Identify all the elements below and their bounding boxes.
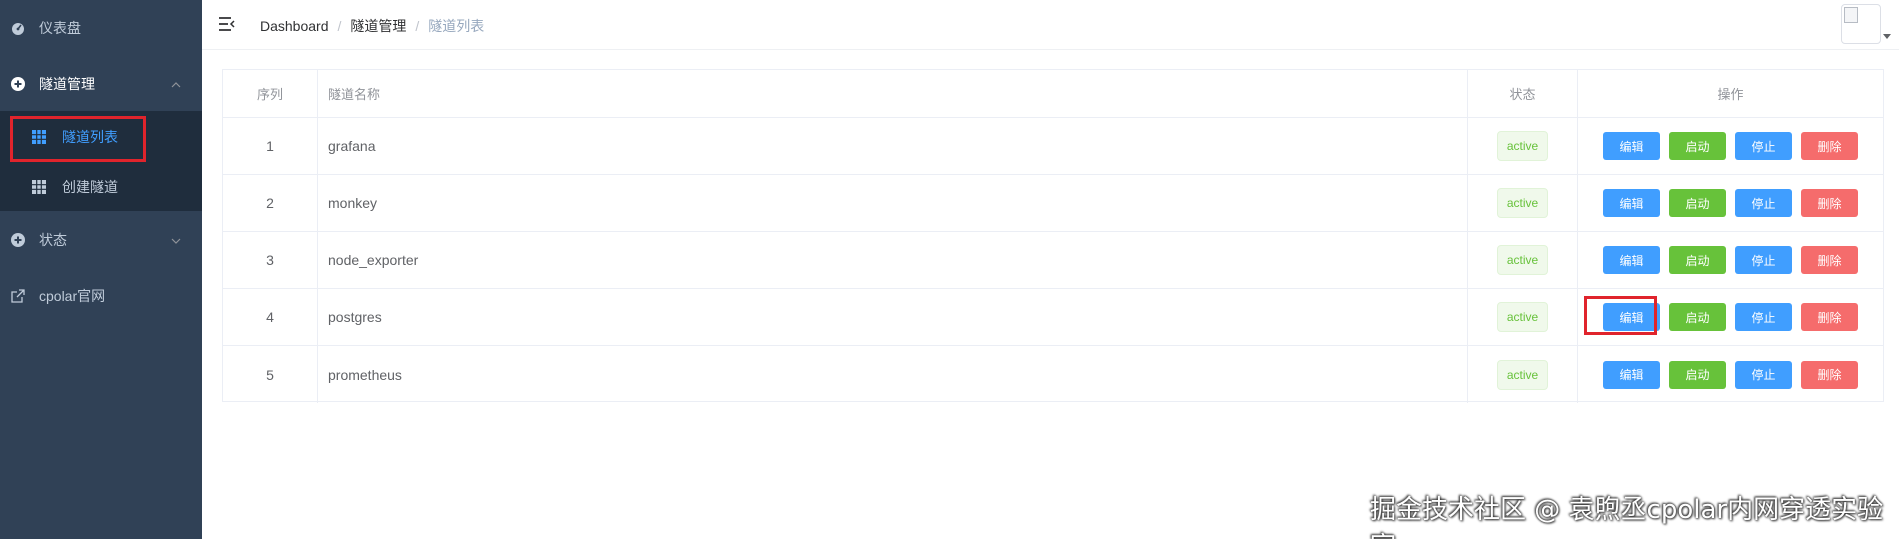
sidebar-item-label: 状态: [39, 232, 67, 248]
sidebar-item-tunnel-management[interactable]: 隧道管理: [0, 56, 202, 112]
stop-button[interactable]: 停止: [1735, 132, 1792, 160]
breadcrumb-separator: /: [415, 18, 420, 34]
row-index: 5: [223, 346, 318, 403]
breadcrumb-tunnel-list: 隧道列表: [428, 18, 485, 34]
breadcrumb-tunnel-management[interactable]: 隧道管理: [350, 16, 406, 36]
caret-down-icon: [1883, 34, 1891, 39]
delete-button[interactable]: 删除: [1801, 360, 1858, 389]
user-menu[interactable]: [1841, 4, 1891, 46]
breadcrumb-dashboard[interactable]: Dashboard: [260, 18, 329, 34]
stop-button[interactable]: 停止: [1735, 189, 1792, 217]
edit-button[interactable]: 编辑: [1603, 303, 1660, 331]
status-badge: active: [1496, 359, 1549, 390]
status-badge: active: [1496, 131, 1549, 161]
external-link-icon: [11, 289, 25, 303]
sidebar: 仪表盘 隧道管理 隧道列表 创建隧道 状态 cpolar官网: [0, 0, 202, 539]
delete-button[interactable]: 删除: [1801, 189, 1858, 217]
dashboard-icon: [11, 21, 25, 35]
watermark: 掘金技术社区 @ 袁煦丞cpolar内网穿透实验室: [1370, 495, 1884, 539]
start-button[interactable]: 启动: [1669, 360, 1726, 389]
tunnel-name: monkey: [318, 175, 1468, 231]
edit-button[interactable]: 编辑: [1603, 246, 1660, 274]
edit-button[interactable]: 编辑: [1603, 132, 1660, 160]
table-row: 3 node_exporter active 编辑 启动 停止 删除: [223, 232, 1883, 289]
status-badge: active: [1496, 245, 1549, 275]
start-button[interactable]: 启动: [1669, 132, 1726, 160]
edit-button[interactable]: 编辑: [1603, 189, 1660, 217]
tunnel-name: prometheus: [318, 346, 1468, 403]
table-row: 1 grafana active 编辑 启动 停止 删除: [223, 118, 1883, 175]
plus-circle-icon: [11, 233, 25, 247]
sidebar-item-cpolar-website[interactable]: cpolar官网: [0, 268, 202, 324]
status-badge: active: [1496, 188, 1549, 218]
column-header-name: 隧道名称: [318, 70, 1468, 117]
sidebar-item-label: 隧道管理: [39, 76, 95, 92]
chevron-up-icon: [170, 78, 182, 90]
chevron-down-icon: [170, 234, 182, 246]
table-header: 序列 隧道名称 状态 操作: [223, 70, 1883, 118]
status-badge: active: [1496, 302, 1549, 332]
plus-circle-icon: [11, 77, 25, 91]
stop-button[interactable]: 停止: [1735, 246, 1792, 274]
row-index: 2: [223, 175, 318, 231]
broken-image-icon: [1844, 7, 1858, 23]
column-header-status: 状态: [1468, 70, 1578, 117]
sidebar-item-label: cpolar官网: [39, 288, 106, 304]
delete-button[interactable]: 删除: [1801, 303, 1858, 331]
column-header-index: 序列: [223, 70, 318, 117]
column-header-actions: 操作: [1717, 87, 1744, 102]
stop-button[interactable]: 停止: [1735, 303, 1792, 331]
row-index: 4: [223, 289, 318, 345]
sidebar-item-tunnel-list[interactable]: 隧道列表: [0, 112, 202, 162]
table-row: 5 prometheus active 编辑 启动 停止 删除: [223, 346, 1883, 403]
stop-button[interactable]: 停止: [1735, 360, 1792, 389]
table-row: 2 monkey active 编辑 启动 停止 删除: [223, 175, 1883, 232]
sidebar-item-dashboard[interactable]: 仪表盘: [0, 0, 202, 56]
sidebar-item-status[interactable]: 状态: [0, 212, 202, 268]
edit-button[interactable]: 编辑: [1603, 360, 1660, 389]
table-row: 4 postgres active 编辑 启动 停止 删除: [223, 289, 1883, 346]
delete-button[interactable]: 删除: [1801, 132, 1858, 160]
navbar: Dashboard / 隧道管理 / 隧道列表: [202, 0, 1899, 50]
start-button[interactable]: 启动: [1669, 303, 1726, 331]
start-button[interactable]: 启动: [1669, 189, 1726, 217]
avatar[interactable]: [1841, 4, 1881, 44]
tunnel-name: node_exporter: [318, 232, 1468, 288]
tunnel-table: 序列 隧道名称 状态 操作 1 grafana active 编辑 启动 停止 …: [222, 69, 1884, 403]
sidebar-item-create-tunnel[interactable]: 创建隧道: [0, 162, 202, 212]
start-button[interactable]: 启动: [1669, 246, 1726, 274]
breadcrumb-separator: /: [337, 18, 342, 34]
app-root: 仪表盘 隧道管理 隧道列表 创建隧道 状态 cpolar官网 Dashboard…: [0, 0, 1899, 539]
delete-button[interactable]: 删除: [1801, 246, 1858, 274]
sidebar-item-label: 仪表盘: [39, 20, 81, 36]
breadcrumb: Dashboard / 隧道管理 / 隧道列表: [260, 16, 484, 36]
table-icon: [32, 180, 46, 194]
sidebar-item-label: 创建隧道: [62, 179, 118, 195]
hamburger-icon[interactable]: [218, 15, 236, 33]
sidebar-item-label: 隧道列表: [62, 129, 118, 145]
row-index: 1: [223, 118, 318, 174]
table-icon: [32, 130, 46, 144]
tunnel-name: grafana: [318, 118, 1468, 174]
row-index: 3: [223, 232, 318, 288]
tunnel-name: postgres: [318, 289, 1468, 345]
